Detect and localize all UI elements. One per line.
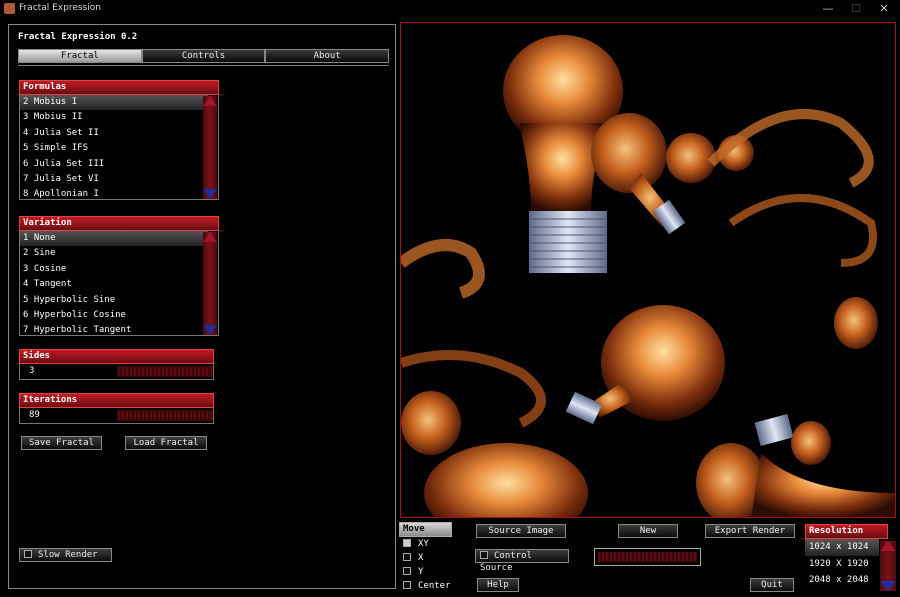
- scroll-down-arrow-icon[interactable]: [880, 581, 896, 591]
- control-panel: Fractal Expression 0.2 Fractal Controls …: [8, 24, 396, 589]
- list-item[interactable]: 2 Mobius I: [20, 95, 208, 111]
- app-icon: [4, 3, 15, 14]
- sides-slider[interactable]: [117, 366, 213, 377]
- list-item[interactable]: 2048 x 2048: [805, 572, 879, 589]
- formulas-header: Formulas: [19, 80, 219, 95]
- formulas-list: Formulas 2 Mobius I 3 Mobius II 4 Julia …: [19, 80, 219, 200]
- list-item[interactable]: 5 Simple IFS: [20, 141, 208, 156]
- move-option-label: Center: [418, 581, 451, 591]
- scroll-down-arrow-icon[interactable]: [203, 189, 217, 199]
- tab-about[interactable]: About: [265, 49, 390, 63]
- maximize-button[interactable]: ☐: [842, 1, 870, 16]
- tab-bar: Fractal Controls About: [18, 49, 390, 63]
- list-item[interactable]: 7 Julia Set VI: [20, 172, 208, 187]
- sides-field: Sides 3: [19, 349, 214, 380]
- save-fractal-button[interactable]: Save Fractal: [21, 436, 102, 450]
- checkbox-icon[interactable]: [24, 550, 32, 558]
- list-item[interactable]: 3 Cosine: [20, 262, 208, 277]
- list-item[interactable]: 1920 X 1920: [805, 556, 879, 573]
- sides-header: Sides: [19, 349, 214, 364]
- list-item[interactable]: 8 Apollonian I: [20, 187, 208, 202]
- sides-value[interactable]: 3: [29, 366, 34, 376]
- list-item[interactable]: 1024 x 1024: [805, 539, 879, 556]
- window-title: Fractal Expression: [19, 3, 101, 13]
- slow-render-toggle[interactable]: Slow Render: [19, 548, 112, 562]
- control-source-slider[interactable]: [594, 548, 701, 566]
- load-fractal-button[interactable]: Load Fractal: [125, 436, 207, 450]
- resolution-scrollbar[interactable]: [880, 541, 896, 591]
- help-button[interactable]: Help: [477, 578, 519, 592]
- move-option-y[interactable]: Y: [399, 565, 452, 579]
- render-canvas[interactable]: [400, 22, 896, 518]
- list-item[interactable]: 7 Hyperbolic Tangent: [20, 323, 208, 338]
- move-header: Move: [399, 522, 452, 537]
- app-title: Fractal Expression 0.2: [18, 32, 138, 42]
- checkbox-icon[interactable]: [403, 581, 411, 589]
- move-option-label: X: [418, 553, 424, 563]
- minimize-button[interactable]: —: [814, 1, 842, 16]
- list-item[interactable]: 5 Hyperbolic Sine: [20, 293, 208, 308]
- control-source-toggle[interactable]: Control Source: [475, 549, 569, 573]
- title-bar: Fractal Expression — ☐ ✕: [0, 0, 900, 18]
- resolution-panel: Resolution 1024 x 1024 1920 X 1920 2048 …: [805, 524, 897, 592]
- iterations-value[interactable]: 89: [29, 410, 40, 420]
- move-option-label: Y: [418, 567, 424, 577]
- resolution-header: Resolution: [805, 524, 888, 539]
- variation-list: Variation 1 None 2 Sine 3 Cosine 4 Tange…: [19, 216, 219, 336]
- list-item[interactable]: 2 Sine: [20, 246, 208, 261]
- iterations-header: Iterations: [19, 393, 214, 408]
- variation-scrollbar[interactable]: [203, 232, 217, 335]
- variation-header: Variation: [19, 216, 219, 231]
- checkbox-icon[interactable]: [403, 567, 411, 575]
- move-option-label: XY: [418, 539, 429, 549]
- iterations-slider[interactable]: [117, 410, 213, 421]
- checkbox-icon[interactable]: [480, 551, 488, 559]
- fractal-image: [401, 23, 895, 517]
- close-button[interactable]: ✕: [870, 1, 898, 16]
- scroll-up-arrow-icon[interactable]: [203, 232, 217, 242]
- move-option-center[interactable]: Center: [399, 579, 452, 593]
- formulas-scrollbar[interactable]: [203, 96, 217, 199]
- checkbox-icon[interactable]: [403, 539, 411, 547]
- list-item[interactable]: 6 Julia Set III: [20, 157, 208, 172]
- quit-button[interactable]: Quit: [750, 578, 794, 592]
- scroll-up-arrow-icon[interactable]: [880, 541, 896, 551]
- export-render-button[interactable]: Export Render: [705, 524, 795, 538]
- move-option-x[interactable]: X: [399, 551, 452, 565]
- new-button[interactable]: New: [618, 524, 678, 538]
- move-option-xy[interactable]: XY: [399, 537, 452, 551]
- list-item[interactable]: 6 Hyperbolic Cosine: [20, 308, 208, 323]
- slider-fill: [598, 552, 697, 562]
- scroll-down-arrow-icon[interactable]: [203, 325, 217, 335]
- list-item[interactable]: 4 Julia Set II: [20, 126, 208, 141]
- checkbox-icon[interactable]: [403, 553, 411, 561]
- list-item[interactable]: 1 None: [20, 231, 208, 247]
- move-panel: Move XY X Y Center: [399, 522, 452, 592]
- list-item[interactable]: 4 Tangent: [20, 277, 208, 292]
- list-item[interactable]: 3 Mobius II: [20, 110, 208, 125]
- tab-divider: [18, 65, 389, 66]
- source-image-button[interactable]: Source Image: [476, 524, 566, 538]
- scroll-up-arrow-icon[interactable]: [203, 96, 217, 106]
- tab-fractal[interactable]: Fractal: [18, 49, 142, 63]
- tab-controls[interactable]: Controls: [141, 49, 266, 63]
- iterations-field: Iterations 89: [19, 393, 214, 424]
- slow-render-label: Slow Render: [38, 550, 98, 560]
